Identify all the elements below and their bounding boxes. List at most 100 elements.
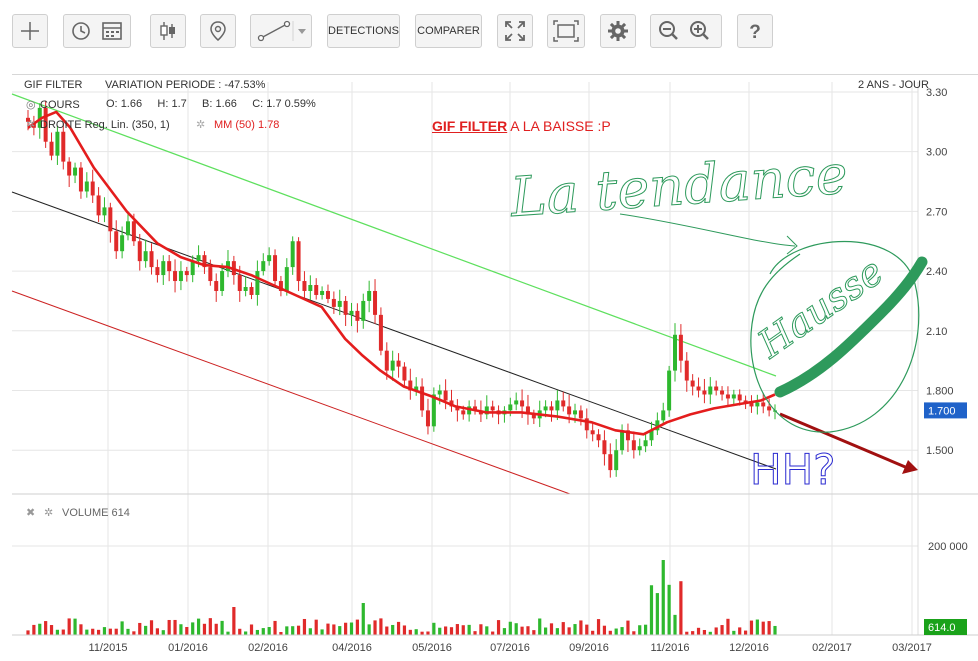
candle-body [237,275,242,291]
candle-body [543,406,548,411]
detections-label: DETECTIONS [328,25,399,37]
candle-body [220,271,225,291]
volume-bar [755,619,759,635]
draw-line-dropdown[interactable] [250,14,312,48]
candle-body [302,281,307,291]
x-tick-label: 07/2016 [490,642,530,654]
chart-canvas[interactable]: 11/2015 01/2016 02/2016 04/2016 05/2016 07/20… [0,74,978,661]
hand-drawings: La tendance Hausse HH? [507,142,928,495]
detections-button[interactable]: DETECTIONS [327,14,400,48]
annotation-title: GIF FILTER A LA BAISSE :P [432,118,611,134]
volume-bar [26,630,30,635]
volume-bar [626,620,630,635]
volume-bar [373,620,377,635]
candle-body [573,410,578,415]
expand-button[interactable] [497,14,533,48]
comparer-button[interactable]: COMPARER [415,14,482,48]
volume-bar [208,618,212,635]
gear-icon [608,21,628,41]
volume-bar [679,581,683,635]
x-tick-label: 11/2015 [89,642,128,654]
candle-body [143,251,148,262]
y-tick-label: 2.40 [926,266,947,278]
zoom-out-icon[interactable] [659,21,678,40]
candle-body [243,287,248,291]
candle-body [137,241,142,262]
candle-body [337,300,342,307]
marker-button[interactable] [200,14,236,48]
candle-body [549,406,554,411]
droite-indicator[interactable]: ✲ DROITE Reg. Lin. (350, 1) [26,118,170,131]
volume-bar [432,622,436,635]
eye-icon: ◎ [26,99,36,111]
volume-bar [732,630,736,635]
crosshair-button[interactable] [12,14,48,48]
candle-body [684,360,689,381]
volume-bar [202,623,207,635]
volume-bar [296,625,301,635]
volume-bar [520,626,524,635]
volume-bar [349,622,354,635]
volume-bar [585,624,589,635]
candle-body [567,406,572,415]
help-button[interactable]: ? [737,14,773,48]
volume-bar [320,629,324,635]
candlestick-button[interactable] [150,14,186,48]
mm-indicator[interactable]: ✲ MM (50) 1.78 [196,118,279,131]
candle-body [678,334,683,361]
variation-value: -47.53% [224,79,266,91]
volume-bar [767,621,771,635]
volume-bar [602,625,607,635]
volume-bar [308,628,312,635]
candle-body [384,350,389,371]
candle-body [290,241,295,268]
volume-bar [79,624,83,635]
candle-body [96,195,101,216]
volume-bar [549,623,554,635]
zoom-in-icon[interactable] [690,21,709,40]
volume-header: ✖ ✲ VOLUME 614 [26,506,130,519]
droite-params: Reg. Lin. (350, 1) [84,119,170,131]
candle-body [702,390,707,395]
candle-body [125,221,130,236]
volume-bar [261,628,265,635]
volume-bar [114,628,118,635]
history-calendar-button[interactable] [63,14,131,48]
volume-bar [385,626,389,635]
gear-icon[interactable]: ✲ [44,506,62,519]
volume-bar [426,631,430,635]
volume-bar [773,625,777,635]
candle-body [55,131,60,156]
volume-bar [314,619,318,635]
volume-bar [579,620,583,635]
volume-bar [396,621,401,635]
candle-body [325,290,330,299]
settings-button[interactable] [600,14,636,48]
crosshair-icon [21,22,39,40]
candle-body [61,131,66,162]
candle-body [314,285,319,295]
y-tick-label: 3.30 [926,87,947,99]
close-icon[interactable]: ✖ [26,506,44,519]
mm-label: MM (50) [214,119,255,131]
candle-body [249,287,254,295]
candle-body [578,410,583,419]
volume-bar [696,627,701,635]
candle-body [108,207,113,232]
volume-bar [108,628,112,635]
candle-body [173,271,178,282]
volume-bar [102,627,107,635]
volume-bar [526,626,530,635]
fullscreen-button[interactable] [547,14,585,48]
last-volume-value: 614.0 [928,622,956,634]
candle-body [420,386,425,411]
candle-body [167,261,172,272]
volume-bar [226,631,230,635]
candle-body [402,366,407,381]
volume-bar [355,619,359,635]
history-calendar-icon [72,22,122,40]
candle-body [120,235,125,252]
volume-bar [714,627,718,635]
candle-body [84,181,89,192]
candle-body [273,255,278,282]
